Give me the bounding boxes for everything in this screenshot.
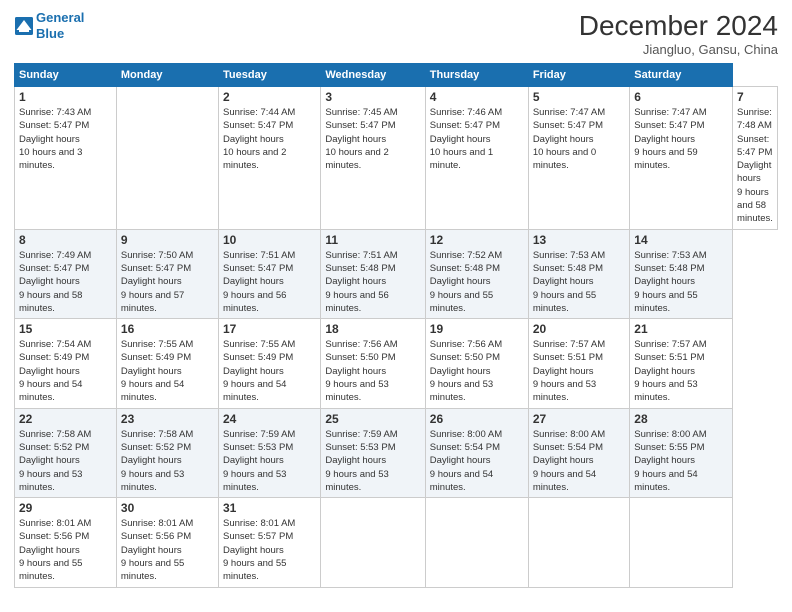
logo: General Blue xyxy=(14,10,84,41)
day-13: 13Sunrise: 7:53 AMSunset: 5:48 PMDayligh… xyxy=(528,229,629,318)
day-17: 17Sunrise: 7:55 AMSunset: 5:49 PMDayligh… xyxy=(219,319,321,408)
page: General Blue December 2024 Jiangluo, Gan… xyxy=(0,0,792,612)
day-30: 30Sunrise: 8:01 AMSunset: 5:56 PMDayligh… xyxy=(116,498,218,587)
day-18: 18Sunrise: 7:56 AMSunset: 5:50 PMDayligh… xyxy=(321,319,425,408)
day-19: 19Sunrise: 7:56 AMSunset: 5:50 PMDayligh… xyxy=(425,319,528,408)
logo-text: General Blue xyxy=(36,10,84,41)
header-wednesday: Wednesday xyxy=(321,64,425,87)
logo-line1: General xyxy=(36,10,84,25)
title-block: December 2024 Jiangluo, Gansu, China xyxy=(579,10,778,57)
day-5: 5Sunrise: 7:47 AMSunset: 5:47 PMDaylight… xyxy=(528,87,629,230)
day-16: 16Sunrise: 7:55 AMSunset: 5:49 PMDayligh… xyxy=(116,319,218,408)
location: Jiangluo, Gansu, China xyxy=(579,42,778,57)
day-6: 6Sunrise: 7:47 AMSunset: 5:47 PMDaylight… xyxy=(630,87,733,230)
day-31: 31Sunrise: 8:01 AMSunset: 5:57 PMDayligh… xyxy=(219,498,321,587)
day-27: 27Sunrise: 8:00 AMSunset: 5:54 PMDayligh… xyxy=(528,408,629,497)
calendar-week-4: 29Sunrise: 8:01 AMSunset: 5:56 PMDayligh… xyxy=(15,498,778,587)
day-3: 3Sunrise: 7:45 AMSunset: 5:47 PMDaylight… xyxy=(321,87,425,230)
day-28: 28Sunrise: 8:00 AMSunset: 5:55 PMDayligh… xyxy=(630,408,733,497)
header-sunday: Sunday xyxy=(15,64,117,87)
logo-line2: Blue xyxy=(36,26,84,42)
day-15: 15Sunrise: 7:54 AMSunset: 5:49 PMDayligh… xyxy=(15,319,117,408)
day-26: 26Sunrise: 8:00 AMSunset: 5:54 PMDayligh… xyxy=(425,408,528,497)
header-tuesday: Tuesday xyxy=(219,64,321,87)
empty-cell xyxy=(321,498,425,587)
day-7: 7Sunrise: 7:48 AMSunset: 5:47 PMDaylight… xyxy=(733,87,778,230)
header-friday: Friday xyxy=(528,64,629,87)
day-23: 23Sunrise: 7:58 AMSunset: 5:52 PMDayligh… xyxy=(116,408,218,497)
calendar-week-3: 22Sunrise: 7:58 AMSunset: 5:52 PMDayligh… xyxy=(15,408,778,497)
day-4: 4Sunrise: 7:46 AMSunset: 5:47 PMDaylight… xyxy=(425,87,528,230)
day-1: 1Sunrise: 7:43 AMSunset: 5:47 PMDaylight… xyxy=(15,87,117,230)
day-22: 22Sunrise: 7:58 AMSunset: 5:52 PMDayligh… xyxy=(15,408,117,497)
day-12: 12Sunrise: 7:52 AMSunset: 5:48 PMDayligh… xyxy=(425,229,528,318)
day-9: 9Sunrise: 7:50 AMSunset: 5:47 PMDaylight… xyxy=(116,229,218,318)
month-title: December 2024 xyxy=(579,10,778,42)
calendar-week-2: 15Sunrise: 7:54 AMSunset: 5:49 PMDayligh… xyxy=(15,319,778,408)
empty-cell xyxy=(630,498,733,587)
empty-cell xyxy=(425,498,528,587)
day-25: 25Sunrise: 7:59 AMSunset: 5:53 PMDayligh… xyxy=(321,408,425,497)
header-thursday: Thursday xyxy=(425,64,528,87)
empty-cell xyxy=(528,498,629,587)
day-8: 8Sunrise: 7:49 AMSunset: 5:47 PMDaylight… xyxy=(15,229,117,318)
logo-icon xyxy=(14,16,34,36)
day-20: 20Sunrise: 7:57 AMSunset: 5:51 PMDayligh… xyxy=(528,319,629,408)
header: General Blue December 2024 Jiangluo, Gan… xyxy=(14,10,778,57)
day-14: 14Sunrise: 7:53 AMSunset: 5:48 PMDayligh… xyxy=(630,229,733,318)
day-10: 10Sunrise: 7:51 AMSunset: 5:47 PMDayligh… xyxy=(219,229,321,318)
day-24: 24Sunrise: 7:59 AMSunset: 5:53 PMDayligh… xyxy=(219,408,321,497)
calendar-week-0: 1Sunrise: 7:43 AMSunset: 5:47 PMDaylight… xyxy=(15,87,778,230)
day-11: 11Sunrise: 7:51 AMSunset: 5:48 PMDayligh… xyxy=(321,229,425,318)
empty-cell xyxy=(116,87,218,230)
day-2: 2Sunrise: 7:44 AMSunset: 5:47 PMDaylight… xyxy=(219,87,321,230)
day-21: 21Sunrise: 7:57 AMSunset: 5:51 PMDayligh… xyxy=(630,319,733,408)
header-monday: Monday xyxy=(116,64,218,87)
calendar-week-1: 8Sunrise: 7:49 AMSunset: 5:47 PMDaylight… xyxy=(15,229,778,318)
day-29: 29Sunrise: 8:01 AMSunset: 5:56 PMDayligh… xyxy=(15,498,117,587)
calendar-header-row: SundayMondayTuesdayWednesdayThursdayFrid… xyxy=(15,64,778,87)
calendar: SundayMondayTuesdayWednesdayThursdayFrid… xyxy=(14,63,778,588)
header-saturday: Saturday xyxy=(630,64,733,87)
